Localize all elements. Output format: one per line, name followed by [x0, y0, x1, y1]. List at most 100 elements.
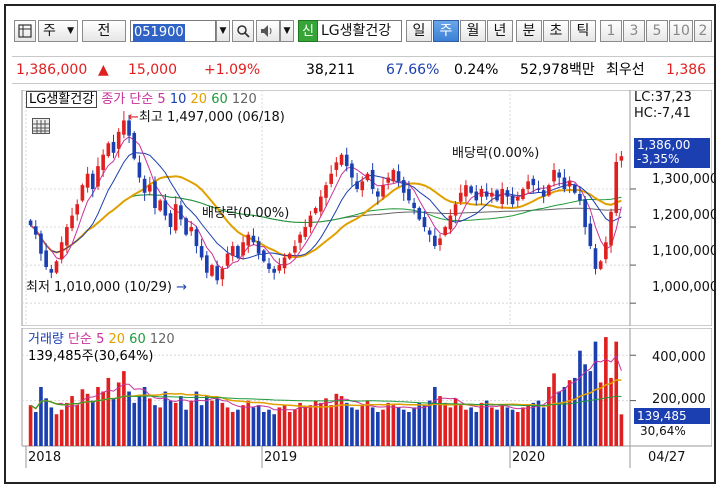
volume-bar-10 [80, 389, 85, 446]
tab-minute[interactable]: 분 [516, 20, 542, 42]
period-select[interactable]: 전 [82, 20, 126, 42]
candle-body-86 [474, 191, 479, 201]
volume-bar-99 [541, 407, 546, 446]
volume-bar-57 [324, 398, 328, 446]
volume-bar-111 [604, 337, 608, 446]
chart-window: 주 ▼ 전 051900 ▼ ▼ LG생활건강 신 일 주 월 년 분 초 틱 … [4, 4, 716, 484]
volume-bar-51 [293, 409, 297, 446]
candle-body-93 [510, 195, 515, 205]
interval-3-button[interactable]: 3 [623, 20, 645, 42]
volume-bar-6 [59, 409, 64, 446]
volume-bar-77 [427, 400, 432, 446]
grid-toggle-icon[interactable] [32, 118, 50, 134]
volume-chart-pane[interactable]: 거래량 단순 5 20 60 120 139,485주(30,64%) 400,… [12, 327, 713, 447]
chevron-down-icon: ▼ [283, 26, 291, 36]
candle-body-72 [401, 180, 406, 193]
new-listing-badge: 신 [298, 20, 318, 42]
candle-body-94 [515, 196, 520, 201]
volume-legend-item-4: 60 [125, 332, 146, 347]
candle-body-60 [339, 154, 344, 165]
candle-body-83 [458, 192, 463, 202]
volume-bar-37 [220, 402, 225, 446]
candle-body-66 [370, 169, 375, 189]
tab-daily[interactable]: 일 [406, 20, 432, 42]
volume-bar-56 [319, 402, 323, 446]
volume-bar-7 [65, 402, 69, 446]
volume-bar-17 [116, 382, 121, 446]
volume-ratio: 67.66% [386, 62, 440, 78]
tab-second[interactable]: 초 [543, 20, 569, 42]
high-annotation: ←최고 1,497,000 (06/18) [128, 106, 285, 125]
sound-button[interactable] [256, 20, 280, 42]
interval-5-button[interactable]: 5 [646, 20, 668, 42]
candle-body-28 [173, 204, 178, 231]
volume-bar-12 [90, 400, 95, 446]
volume-legend-item-1: 단순 [63, 332, 92, 347]
candle-body-52 [298, 234, 302, 243]
volume-bar-45 [261, 411, 266, 446]
volume-bar-40 [236, 409, 240, 446]
interval-more-button[interactable]: 2 [694, 20, 712, 42]
interval-10-button[interactable]: 10 [669, 20, 693, 42]
candle-body-48 [277, 265, 282, 271]
candle-body-5 [54, 261, 59, 273]
low-annotation: 최저 1,010,000 (10/29) → [26, 276, 187, 295]
candle-body-53 [303, 227, 308, 237]
current-volume-box: 139,485 [634, 408, 710, 424]
current-price-box: 1,386,00 -3,35% [634, 138, 710, 168]
candle-body-20 [132, 132, 137, 159]
candle-body-45 [261, 250, 266, 262]
volume-bar-4 [49, 407, 54, 446]
volume-bar-21 [137, 396, 142, 446]
volume-bar-0 [28, 405, 33, 446]
volume-bar-78 [433, 387, 437, 446]
candle-body-105 [572, 185, 577, 193]
search-button[interactable] [232, 20, 254, 42]
volume-legend-item-0: 거래량 [28, 332, 64, 347]
volume-legend-item-3: 20 [104, 332, 126, 347]
x-label-2019: 2019 [264, 450, 298, 465]
sound-dropdown-button[interactable]: ▼ [280, 20, 294, 42]
x-date-label: 04/27 [648, 450, 686, 465]
candle-body-79 [438, 238, 442, 245]
market-type-select[interactable]: 주 ▼ [38, 20, 78, 42]
candle-body-32 [194, 229, 199, 247]
candle-body-69 [386, 177, 391, 183]
volume-bar-54 [308, 405, 313, 446]
candle-body-76 [422, 217, 427, 228]
candle-body-27 [168, 213, 173, 228]
price-chart-pane[interactable]: LG생활건강 종가 단순 5 10 20 60 120 ←최고 1,497,00… [12, 89, 714, 327]
candle-body-15 [106, 143, 111, 157]
volume-bar-83 [458, 405, 463, 446]
last-volume-label: 139,485주(30,64%) [28, 349, 154, 364]
interval-1-button[interactable]: 1 [600, 20, 622, 42]
layout-icon[interactable] [14, 20, 36, 42]
tab-monthly[interactable]: 월 [460, 20, 486, 42]
volume-bar-91 [500, 405, 505, 446]
candle-body-73 [407, 189, 411, 201]
tab-tick[interactable]: 틱 [570, 20, 596, 42]
tab-weekly[interactable]: 주 [433, 20, 459, 42]
volume-bar-29 [179, 396, 183, 446]
candle-body-23 [147, 185, 152, 192]
code-dropdown-button[interactable]: ▼ [216, 20, 230, 42]
candle-body-0 [28, 220, 33, 226]
arrow-left-icon: ← [128, 110, 139, 125]
speaker-icon [261, 25, 272, 37]
volume-bar-97 [531, 402, 536, 446]
current-price-box-value: 1,386,00 [637, 138, 691, 152]
candle-body-13 [96, 166, 100, 187]
candle-body-54 [308, 215, 313, 228]
volume-bar-59 [334, 393, 339, 446]
candle-body-8 [70, 215, 74, 229]
stock-code-input[interactable]: 051900 [130, 20, 216, 42]
candle-body-43 [251, 235, 256, 243]
volume-bar-72 [401, 409, 406, 446]
volume-bar-20 [132, 402, 137, 446]
candle-body-111 [604, 242, 608, 260]
candle-body-112 [609, 211, 613, 246]
volume-bar-24 [153, 405, 157, 446]
tab-yearly[interactable]: 년 [487, 20, 513, 42]
volume-bar-38 [225, 407, 230, 446]
candle-body-110 [598, 261, 603, 269]
